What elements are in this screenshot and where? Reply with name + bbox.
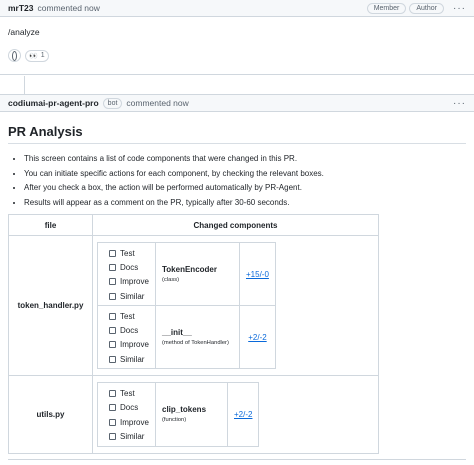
comment-bottom-divider (8, 459, 466, 460)
more-options-icon[interactable]: ··· (453, 98, 466, 109)
docs-checkbox[interactable] (109, 404, 116, 412)
list-item: You can initiate specific actions for ea… (24, 167, 324, 182)
component-table: Test Docs Improve Similar clip_tokens (f… (97, 382, 260, 447)
component-row: Test Docs Improve Similar clip_tokens (f… (97, 382, 260, 447)
diff-link[interactable]: +15/-0 (239, 241, 276, 307)
checkbox-label: Docs (120, 262, 139, 272)
comment-body: /analyze (8, 27, 40, 37)
docs-checkbox[interactable] (109, 263, 116, 271)
comment-header: codiumai-pr-agent-pro bot commented now … (0, 95, 474, 112)
similar-checkbox[interactable] (109, 432, 116, 440)
file-column-header: file (8, 214, 93, 236)
checkbox-label: Test (120, 311, 135, 321)
member-badge: Member (366, 2, 407, 14)
reaction-count: 1 (40, 52, 45, 59)
component-row: Test Docs Improve Similar TokenEncoder (… (97, 241, 276, 307)
eyes-emoji-icon: 👀 (29, 52, 38, 60)
timeline-gap (0, 76, 474, 94)
component-kind: (class) (162, 277, 180, 284)
list-item: This screen contains a list of code comp… (24, 152, 324, 167)
improve-checkbox[interactable] (109, 341, 116, 349)
checkbox-label: Similar (120, 354, 145, 364)
list-item: After you check a box, the action will b… (24, 181, 324, 196)
checkbox-label: Improve (120, 277, 149, 287)
comment-timestamp[interactable]: commented now (126, 98, 188, 108)
file-name: token_handler.py (8, 234, 93, 377)
file-name: utils.py (8, 375, 93, 454)
checkbox-label: Similar (120, 431, 145, 441)
info-list: This screen contains a list of code comp… (24, 152, 324, 210)
comment-author[interactable]: mrT23 (8, 3, 34, 13)
comment-header: mrT23 commented now Member Author ··· (0, 0, 474, 17)
component-name: __init__ (162, 328, 192, 338)
table-row: utils.py Test Docs Improve Similar clip_… (8, 375, 379, 454)
test-checkbox[interactable] (109, 249, 116, 257)
comment-mrt23: mrT23 commented now Member Author ··· /a… (0, 0, 474, 75)
component-name: clip_tokens (162, 405, 207, 415)
table-row: token_handler.py Test Docs Improve Simil… (8, 234, 379, 377)
smiley-icon (12, 50, 17, 61)
checkbox-label: Improve (120, 417, 149, 427)
title-divider (8, 143, 466, 144)
more-options-icon[interactable]: ··· (453, 3, 466, 14)
author-badge: Author (409, 2, 444, 14)
component-table: Test Docs Improve Similar TokenEncoder (… (97, 241, 276, 370)
checkbox-label: Improve (120, 340, 149, 350)
list-item: Results will appear as a comment on the … (24, 196, 324, 211)
checkbox-label: Similar (120, 291, 145, 301)
component-kind: (method of TokenHandler) (162, 340, 229, 347)
improve-checkbox[interactable] (109, 278, 116, 286)
component-row: Test Docs Improve Similar __init__ (meth… (97, 305, 276, 370)
similar-checkbox[interactable] (109, 355, 116, 363)
test-checkbox[interactable] (109, 390, 116, 398)
component-name: TokenEncoder (162, 265, 217, 275)
checkbox-label: Docs (120, 326, 139, 336)
diff-link[interactable]: +2/-2 (239, 305, 276, 370)
test-checkbox[interactable] (109, 312, 116, 320)
component-kind: (function) (162, 417, 187, 424)
docs-checkbox[interactable] (109, 327, 116, 335)
checkbox-label: Docs (120, 403, 139, 413)
comment-author[interactable]: codiumai-pr-agent-pro (8, 98, 99, 108)
changed-components-table: file Changed components token_handler.py… (8, 214, 379, 454)
eyes-reaction-button[interactable]: 👀 1 (25, 49, 49, 62)
diff-link[interactable]: +2/-2 (226, 382, 260, 447)
components-column-header: Changed components (92, 214, 379, 236)
improve-checkbox[interactable] (109, 418, 116, 426)
checkbox-label: Test (120, 248, 135, 258)
checkbox-label: Test (120, 389, 135, 399)
comment-timestamp[interactable]: commented now (38, 3, 100, 13)
bot-badge: bot (102, 97, 123, 109)
pr-analysis-title: PR Analysis (8, 124, 83, 139)
similar-checkbox[interactable] (109, 292, 116, 300)
add-reaction-button[interactable] (8, 49, 21, 62)
